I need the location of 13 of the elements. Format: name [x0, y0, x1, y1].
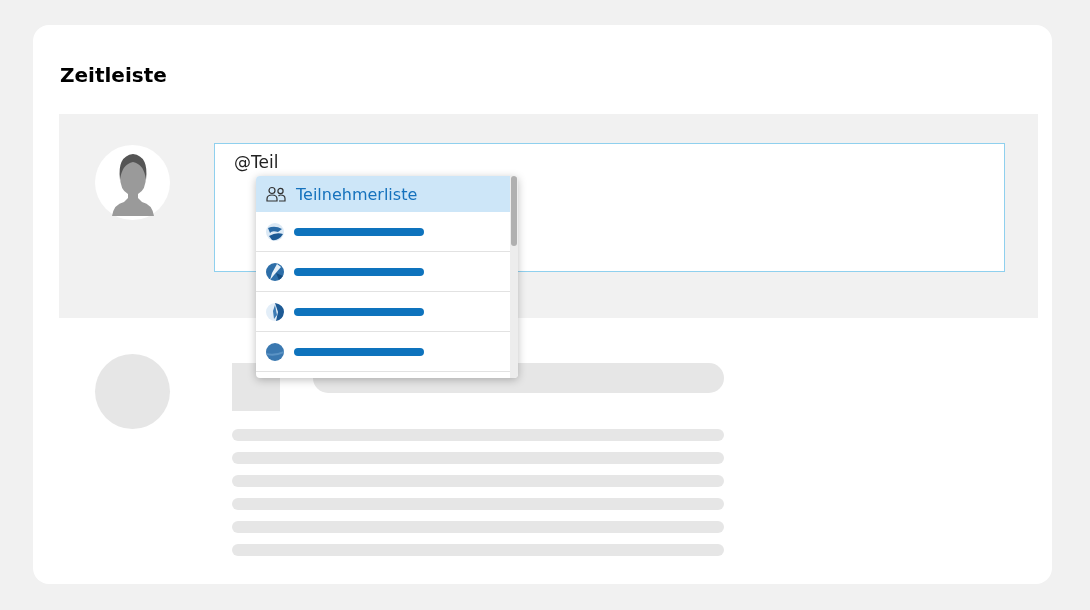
suggestion-item[interactable] — [256, 332, 510, 372]
logo-icon — [266, 342, 284, 361]
suggestion-label: Teilnehmerliste — [296, 184, 418, 204]
scrollbar[interactable] — [510, 176, 518, 378]
logo-icon — [266, 302, 284, 321]
suggestion-item[interactable] — [256, 252, 510, 292]
logo-icon — [266, 222, 284, 241]
panel-title: Zeitleiste — [60, 63, 168, 88]
suggestion-item[interactable] — [256, 292, 510, 332]
suggestion-item[interactable]: Teilnehmerliste — [256, 176, 510, 212]
suggestion-item[interactable] — [256, 212, 510, 252]
people-icon — [266, 186, 286, 202]
logo-icon — [266, 262, 284, 281]
